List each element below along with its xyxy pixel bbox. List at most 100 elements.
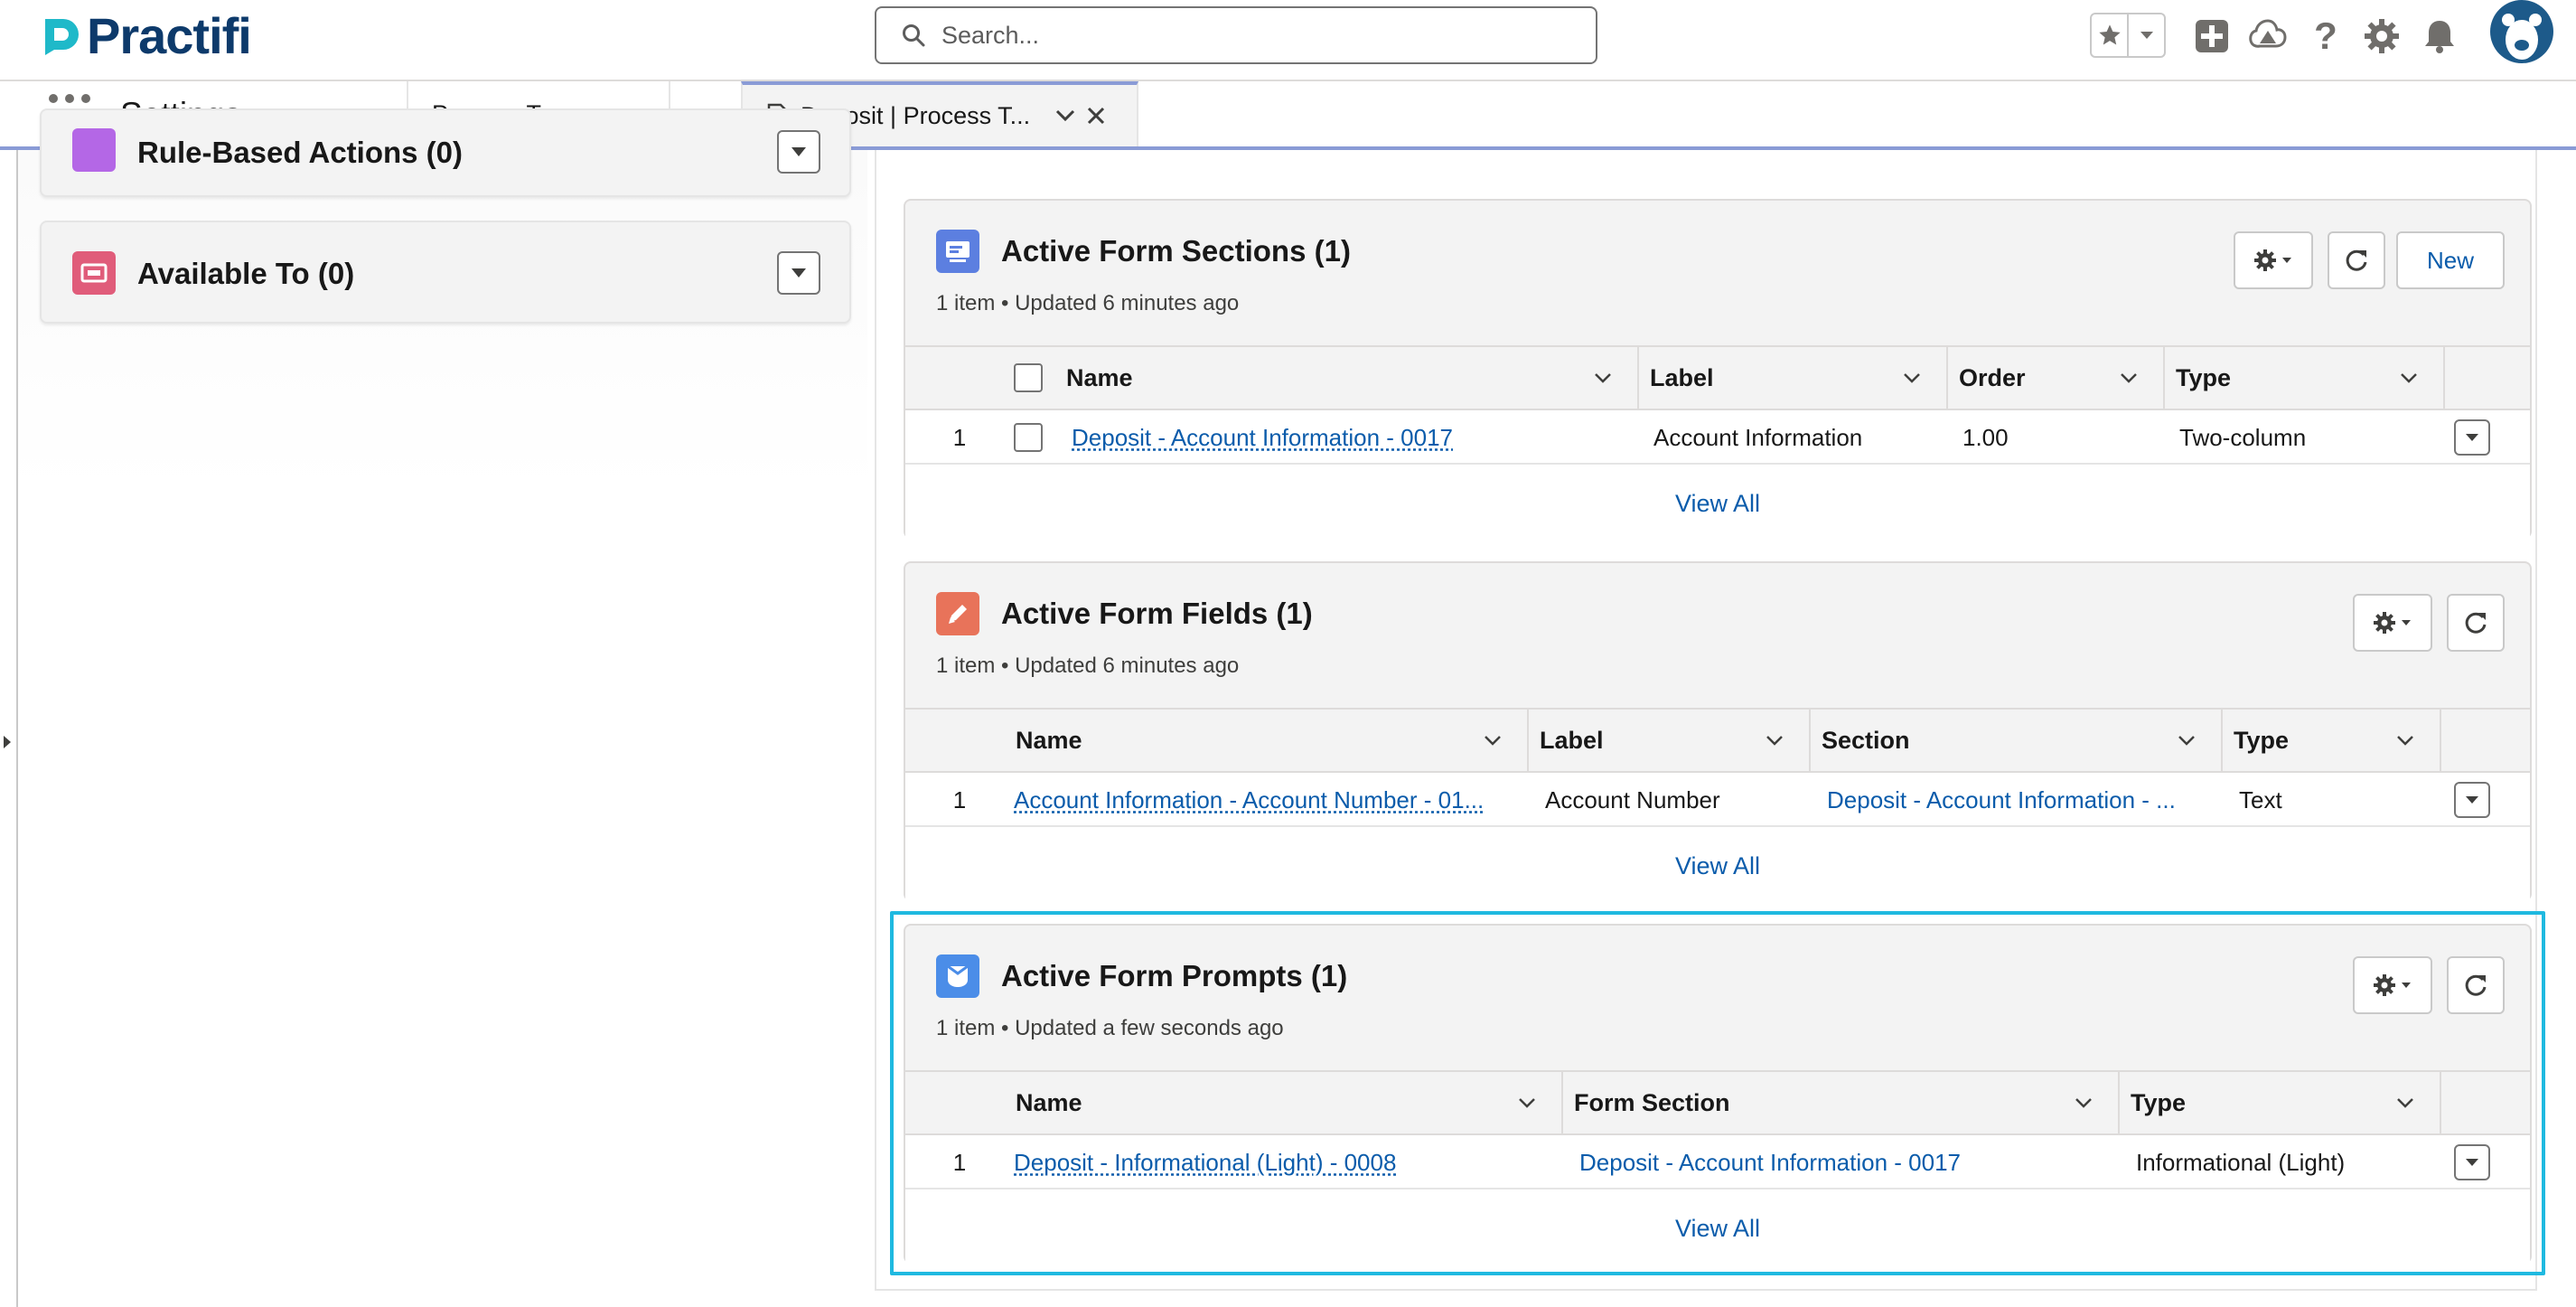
column-label: Label [1650, 363, 1714, 391]
column-header-order[interactable]: Order [1948, 347, 2165, 409]
form-field-icon [936, 592, 979, 635]
gear-icon [2254, 249, 2291, 271]
column-header-label[interactable]: Label [1639, 347, 1948, 409]
chevron-down-icon [2397, 736, 2413, 746]
chevron-down-icon [2466, 796, 2478, 804]
add-icon [2196, 20, 2228, 52]
setup-button[interactable] [2362, 16, 2402, 56]
form-sections-table: Name Label Order Type 1 Deposit - Accoun… [905, 345, 2530, 542]
chevron-down-icon [2466, 434, 2478, 441]
chevron-down-icon [1595, 373, 1611, 383]
trailhead-button[interactable] [2248, 16, 2288, 56]
column-label: Label [1540, 726, 1604, 754]
row-actions-button[interactable] [2454, 419, 2490, 456]
table-row: 1 Account Information - Account Number -… [905, 773, 2530, 827]
cell-type: Two-column [2179, 423, 2307, 451]
chevron-down-icon [2178, 736, 2195, 746]
refresh-button[interactable] [2328, 231, 2385, 289]
practifi-logo-icon [45, 19, 79, 55]
column-header-type[interactable]: Type [2223, 710, 2441, 771]
rownum-header [905, 710, 992, 771]
table-header: Name Label Order Type [905, 347, 2530, 410]
list-settings-button[interactable] [2234, 231, 2313, 289]
column-label: Name [1016, 726, 1082, 754]
close-icon[interactable] [1086, 106, 1106, 126]
row-actions-button[interactable] [2454, 782, 2490, 818]
list-settings-button[interactable] [2353, 594, 2432, 652]
refresh-icon [2346, 249, 2367, 271]
section-link[interactable]: Deposit - Account Information - ... [1827, 786, 2176, 814]
search-input[interactable]: Search... [941, 22, 1039, 50]
view-all-link[interactable]: View All [905, 827, 2530, 905]
cell-type: Text [2239, 785, 2282, 813]
practifi-logo[interactable]: Practifi [40, 7, 252, 64]
notifications-button[interactable] [2420, 16, 2459, 56]
column-label: Section [1822, 726, 1910, 754]
column-header-label[interactable]: Label [1529, 710, 1811, 771]
active-form-sections-card: Active Form Sections (1) 1 item • Update… [904, 199, 2532, 542]
bell-icon [2425, 21, 2454, 53]
row-number: 1 [952, 785, 967, 813]
favorites-menu-button[interactable] [2127, 14, 2164, 56]
chevron-down-icon [792, 268, 806, 277]
rownum-header [905, 347, 992, 409]
column-label: Name [1066, 363, 1133, 391]
card-title: Active Form Fields (1) [1001, 597, 1313, 630]
avatar-icon [2502, 14, 2542, 60]
card-meta: 1 item • Updated 6 minutes ago [936, 654, 1240, 678]
column-header-name[interactable]: Name [1055, 347, 1639, 409]
logo-text: Practifi [87, 7, 252, 64]
record-link[interactable]: Deposit - Account Information - 0017 [1072, 424, 1453, 452]
global-header: Practifi Search... ? [0, 0, 2576, 81]
chevron-down-icon [2140, 32, 2153, 39]
focus-highlight [890, 911, 2545, 1275]
gear-icon [2365, 19, 2399, 53]
form-fields-table: Name Label Section Type 1 Account Inform… [905, 708, 2530, 905]
cell-label: Account Information [1653, 423, 1863, 451]
scroll-mask [18, 81, 867, 150]
trailhead-icon [2249, 19, 2287, 48]
view-all-link[interactable]: View All [905, 465, 2530, 542]
global-search[interactable]: Search... [875, 6, 1597, 64]
card-title: Active Form Sections (1) [1001, 234, 1351, 268]
new-button[interactable]: New [2396, 231, 2505, 289]
refresh-icon [2465, 612, 2487, 634]
star-icon [2098, 24, 2121, 45]
help-button[interactable]: ? [2306, 16, 2346, 56]
refresh-button[interactable] [2447, 594, 2505, 652]
chevron-down-icon[interactable] [1055, 109, 1075, 122]
chevron-down-icon [1485, 736, 1501, 746]
table-header: Name Label Section Type [905, 710, 2530, 773]
record-link[interactable]: Account Information - Account Number - 0… [1014, 786, 1484, 814]
row-number: 1 [952, 423, 967, 451]
column-header-name[interactable]: Name [992, 710, 1529, 771]
cell-order: 1.00 [1962, 423, 2009, 451]
search-icon [903, 24, 925, 47]
chevron-down-icon [1904, 373, 1920, 383]
gear-icon [2374, 612, 2411, 634]
help-icon: ? [2314, 14, 2337, 57]
chevron-down-icon [1766, 736, 1783, 746]
column-header-type[interactable]: Type [2165, 347, 2445, 409]
chevron-down-icon [2401, 373, 2417, 383]
global-actions-button[interactable] [2192, 16, 2232, 56]
row-checkbox[interactable] [1014, 423, 1043, 452]
available-to-card: Available To (0) [40, 221, 851, 324]
cell-label: Account Number [1545, 785, 1720, 813]
user-avatar[interactable] [2490, 0, 2553, 63]
column-label: Type [2234, 726, 2290, 754]
chevron-down-icon [2121, 373, 2137, 383]
table-row: 1 Deposit - Account Information - 0017 A… [905, 410, 2530, 465]
card-menu-button[interactable] [777, 251, 820, 295]
active-form-fields-card: Active Form Fields (1) 1 item • Updated … [904, 561, 2532, 905]
favorites-group [2090, 13, 2166, 58]
column-label: Type [2176, 363, 2232, 391]
panel-collapse-handle[interactable] [4, 736, 11, 748]
card-title: Available To (0) [137, 257, 355, 290]
column-header-section[interactable]: Section [1811, 710, 2223, 771]
favorites-button[interactable] [2092, 14, 2127, 56]
select-all-checkbox[interactable] [1014, 363, 1043, 392]
card-meta: 1 item • Updated 6 minutes ago [936, 291, 1240, 315]
form-section-icon [936, 230, 979, 273]
available-to-icon [72, 251, 116, 295]
